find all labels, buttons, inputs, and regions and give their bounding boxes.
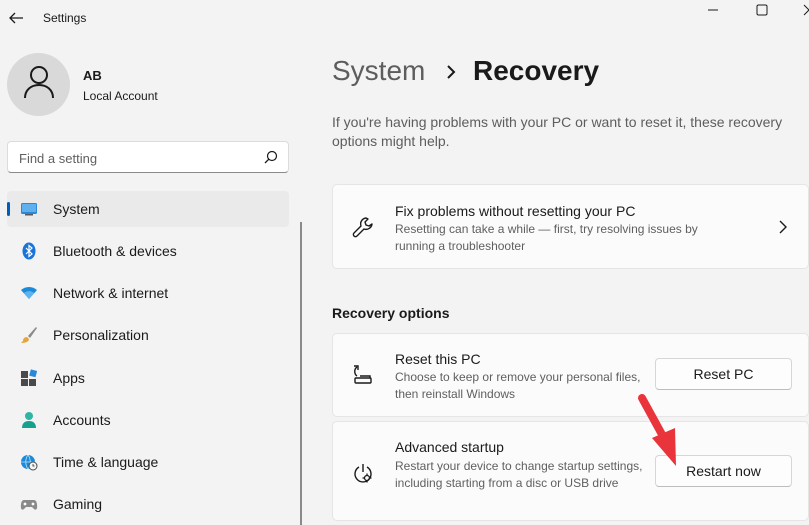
sidebar-item-network[interactable]: Network & internet (7, 275, 289, 311)
sidebar-item-label: Apps (53, 370, 85, 386)
search-input[interactable]: Find a setting (7, 141, 289, 173)
account-name: AB (83, 68, 102, 83)
reset-pc-button[interactable]: Reset PC (655, 358, 792, 390)
chevron-right-icon (778, 219, 788, 235)
wrench-icon (351, 215, 375, 239)
sidebar-item-label: Personalization (53, 327, 149, 343)
intro-text: If you're having problems with your PC o… (332, 114, 783, 149)
title-bar: Settings (0, 0, 809, 36)
section-title: Recovery options (332, 305, 450, 321)
sidebar-item-bluetooth[interactable]: Bluetooth & devices (7, 233, 289, 269)
search-placeholder: Find a setting (19, 151, 98, 166)
arrow-left-icon[interactable] (7, 9, 25, 27)
sidebar-item-label: Time & language (53, 454, 159, 470)
sidebar-scrollbar[interactable] (300, 222, 302, 525)
avatar[interactable] (7, 53, 70, 116)
monitor-icon (20, 200, 38, 218)
card-title: Fix problems without resetting your PC (395, 203, 636, 219)
sidebar-item-system[interactable]: System (7, 191, 289, 227)
person-icon (23, 65, 55, 104)
card-description: Resetting can take a while — first, try … (395, 222, 698, 253)
breadcrumb-parent[interactable]: System (332, 55, 425, 87)
fix-problems-card[interactable]: Fix problems without resetting your PC R… (332, 184, 809, 269)
card-title: Advanced startup (395, 439, 504, 455)
selection-indicator (7, 202, 10, 216)
sidebar-item-gaming[interactable]: Gaming (7, 486, 289, 522)
apps-icon (20, 369, 38, 387)
card-description: Restart your device to change startup se… (395, 459, 643, 490)
wifi-icon (20, 284, 38, 302)
search-icon[interactable] (264, 150, 278, 164)
sidebar-item-label: Network & internet (53, 285, 169, 301)
close-icon[interactable] (786, 0, 809, 20)
account-type: Local Account (83, 89, 158, 103)
sidebar-item-label: System (53, 201, 100, 217)
sidebar-item-personalization[interactable]: Personalization (7, 317, 289, 353)
page-title: Recovery (473, 55, 600, 86)
sidebar-item-label: Gaming (53, 496, 103, 512)
sidebar-item-time-language[interactable]: Time & language (7, 444, 289, 480)
card-title: Reset this PC (395, 351, 481, 367)
gamepad-icon (20, 495, 38, 513)
app-title: Settings (43, 11, 87, 25)
sidebar-item-label: Accounts (53, 412, 111, 428)
reset-pc-icon (351, 363, 375, 387)
bluetooth-icon (20, 242, 38, 260)
sidebar-item-apps[interactable]: Apps (7, 360, 289, 396)
sidebar-item-accounts[interactable]: Accounts (7, 402, 289, 438)
globe-clock-icon (20, 453, 38, 471)
advanced-startup-icon (351, 462, 375, 486)
card-description: Choose to keep or remove your personal f… (395, 370, 641, 401)
person-icon (20, 411, 38, 429)
maximize-icon[interactable] (739, 0, 785, 20)
brush-icon (20, 326, 38, 344)
chevron-right-icon (444, 63, 458, 81)
minimize-icon[interactable] (690, 0, 736, 20)
sidebar-item-label: Bluetooth & devices (53, 243, 177, 259)
annotation-arrow-icon (632, 392, 682, 470)
